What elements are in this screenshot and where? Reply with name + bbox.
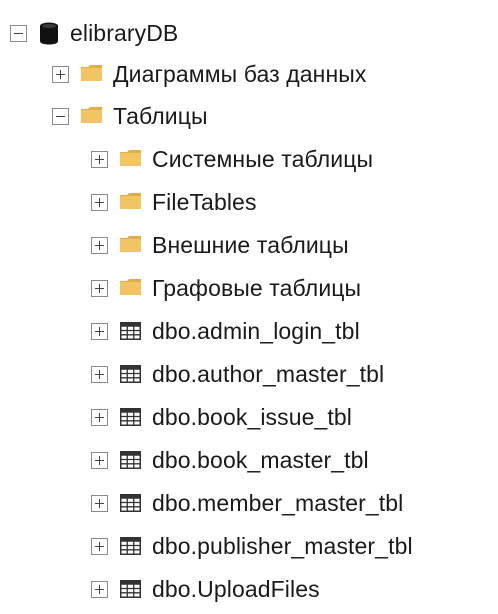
tree-node-elibrarydb[interactable]: elibraryDB [10,13,178,53]
expand-toggle-icon[interactable] [91,365,108,383]
tree-node-label: Графовые таблицы [152,275,362,301]
expand-toggle-icon[interactable] [91,236,108,254]
tree-node-table[interactable]: dbo.publisher_master_tbl [91,526,413,566]
tree-node-label: dbo.UploadFiles [152,576,320,602]
folder-icon [120,279,141,295]
folder-icon [81,107,102,123]
tree-node-label: FileTables [152,189,257,215]
table-icon [120,451,141,469]
expand-toggle-icon[interactable] [91,322,108,340]
expand-toggle-icon[interactable] [91,279,108,297]
tree-node-label: Таблицы [113,103,208,129]
table-icon [120,494,141,512]
expand-toggle-icon[interactable] [91,193,108,211]
tree-node-database-diagrams[interactable]: Диаграммы баз данных [52,54,367,94]
tree-node-tables[interactable]: Таблицы [52,96,208,136]
tree-node-table[interactable]: dbo.book_master_tbl [91,440,369,480]
tree-node-table[interactable]: dbo.author_master_tbl [91,354,384,394]
table-icon [120,365,141,383]
collapse-toggle-icon[interactable] [10,24,27,42]
tree-node-label: dbo.admin_login_tbl [152,318,360,344]
database-icon [39,22,59,45]
collapse-toggle-icon[interactable] [52,107,69,125]
folder-icon [120,150,141,166]
table-icon [120,408,141,426]
tree-node-table[interactable]: dbo.UploadFiles [91,569,320,609]
tree-node-table[interactable]: dbo.book_issue_tbl [91,397,352,437]
tree-node-label: Системные таблицы [152,146,374,172]
tree-node-filetables[interactable]: FileTables [91,182,257,222]
table-icon [120,537,141,555]
expand-toggle-icon[interactable] [91,408,108,426]
tree-node-system-tables[interactable]: Системные таблицы [91,139,373,179]
expand-toggle-icon[interactable] [52,65,69,83]
folder-icon [120,193,141,209]
tree-node-label: elibraryDB [70,20,179,46]
folder-icon [81,65,102,81]
table-icon [120,580,141,598]
expand-toggle-icon[interactable] [91,451,108,469]
tree-node-label: dbo.book_master_tbl [152,447,369,473]
expand-toggle-icon[interactable] [91,150,108,168]
folder-icon [120,236,141,252]
tree-node-table[interactable]: dbo.admin_login_tbl [91,311,360,351]
tree-node-table[interactable]: dbo.member_master_tbl [91,483,403,523]
table-icon [120,322,141,340]
tree-node-label: Диаграммы баз данных [113,61,367,87]
expand-toggle-icon[interactable] [91,580,108,598]
tree-node-graph-tables[interactable]: Графовые таблицы [91,268,361,308]
tree-node-external-tables[interactable]: Внешние таблицы [91,225,349,265]
tree-node-label: dbo.publisher_master_tbl [152,533,413,559]
tree-node-label: dbo.book_issue_tbl [152,404,353,430]
expand-toggle-icon[interactable] [91,537,108,555]
object-explorer-tree: elibraryDB Диаграммы баз данных Таблицы [0,0,498,614]
tree-node-label: dbo.member_master_tbl [152,490,404,516]
expand-toggle-icon[interactable] [91,494,108,512]
tree-node-label: Внешние таблицы [152,232,349,258]
tree-node-label: dbo.author_master_tbl [152,361,385,387]
